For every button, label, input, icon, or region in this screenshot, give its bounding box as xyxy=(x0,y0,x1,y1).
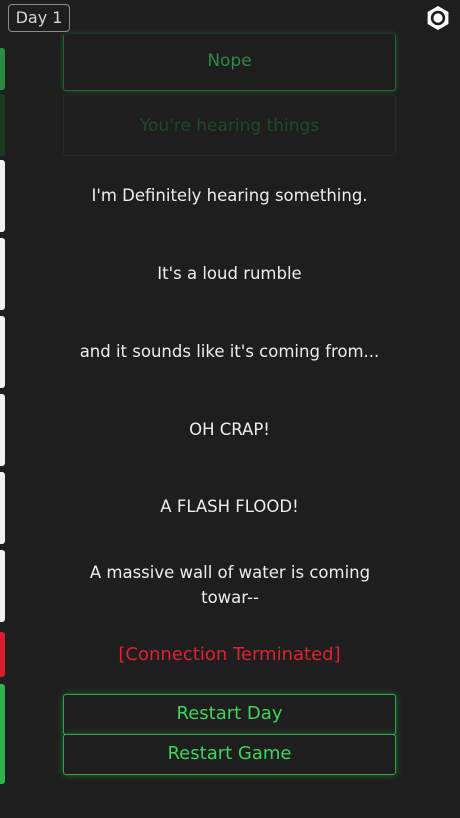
status-bar-red xyxy=(0,632,5,677)
message-line: It's a loud rumble xyxy=(157,264,302,283)
restart-day-button[interactable]: Restart Day xyxy=(63,694,396,735)
status-bar-white xyxy=(0,238,5,310)
settings-button[interactable] xyxy=(424,4,452,32)
message-line: A FLASH FLOOD! xyxy=(160,497,299,516)
status-bar-green-dim xyxy=(0,94,5,156)
choice-nope-button[interactable]: Nope xyxy=(63,34,396,91)
restart-game-button[interactable]: Restart Game xyxy=(63,734,396,775)
message-line: OH CRAP! xyxy=(189,420,270,439)
gear-icon xyxy=(427,6,449,30)
status-bar-white xyxy=(0,316,5,388)
day-indicator: Day 1 xyxy=(8,4,70,32)
choice-hearing-things-button[interactable]: You're hearing things xyxy=(63,94,396,156)
status-bar-green xyxy=(0,684,5,784)
message-line: I'm Definitely hearing something. xyxy=(91,186,368,205)
status-bar-white xyxy=(0,160,5,232)
status-bar-white xyxy=(0,394,5,466)
status-bar-white xyxy=(0,472,5,544)
message-line: A massive wall of water is coming towar-… xyxy=(89,563,371,607)
message-line: and it sounds like it's coming from... xyxy=(79,342,380,361)
status-bar-green xyxy=(0,48,5,90)
status-bar-white xyxy=(0,550,5,622)
connection-status: [Connection Terminated] xyxy=(118,644,341,665)
